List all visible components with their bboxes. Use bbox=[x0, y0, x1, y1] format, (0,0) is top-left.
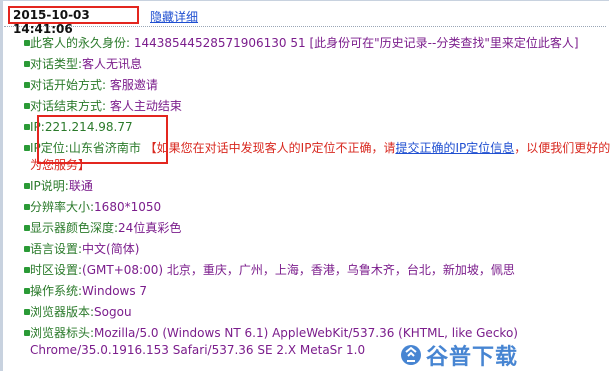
timezone-label: 时区设置: bbox=[30, 263, 83, 277]
list-item-chat-type: 对话类型:客人无讯息 bbox=[10, 56, 612, 77]
list-item-timezone: 时区设置:(GMT+08:00) 北京，重庆，广州，上海，香港，乌鲁木齐，台北，… bbox=[10, 262, 612, 283]
list-item-color-depth: 显示器颜色深度:24位真彩色 bbox=[10, 220, 612, 241]
user-agent-value: Mozilla/5.0 (Windows NT 6.1) AppleWebKit… bbox=[94, 326, 518, 340]
resolution-label: 分辨率大小: bbox=[30, 200, 95, 214]
color-depth-label: 显示器颜色深度: bbox=[30, 221, 119, 235]
hide-details-link[interactable]: 隐藏详细 bbox=[150, 8, 198, 25]
list-item-resolution: 分辨率大小:1680*1050 bbox=[10, 199, 612, 220]
color-depth-value: 24位真彩色 bbox=[118, 221, 182, 235]
bullet-icon bbox=[24, 183, 30, 189]
details-header: 2015-10-03 14:41:06 隐藏详细 bbox=[4, 4, 606, 36]
ip-desc-label: IP说明: bbox=[30, 179, 69, 193]
chat-type-label: 对话类型: bbox=[30, 57, 83, 71]
list-item-chat-start: 对话开始方式: 客服邀请 bbox=[10, 77, 612, 98]
list-item-browser: 浏览器版本:Sogou bbox=[10, 304, 612, 325]
bullet-icon bbox=[24, 288, 30, 294]
bullet-icon bbox=[24, 61, 30, 67]
visit-timestamp: 2015-10-03 14:41:06 bbox=[8, 6, 139, 36]
chat-start-label: 对话开始方式: bbox=[30, 78, 110, 92]
timezone-value: (GMT+08:00) 北京，重庆，广州，上海，香港，乌鲁木齐，台北，新加坡，佩… bbox=[82, 263, 515, 277]
visitor-info-list: 此客人的永久身份: 14438544528571906130 51 [此身份可在… bbox=[10, 35, 612, 363]
list-item-language: 语言设置:中文(简体) bbox=[10, 241, 612, 262]
bullet-icon bbox=[24, 40, 30, 46]
os-label: 操作系统: bbox=[30, 284, 83, 298]
bullet-icon bbox=[24, 246, 30, 252]
ip-desc-value: 联通 bbox=[68, 179, 93, 193]
bullet-icon bbox=[24, 103, 30, 109]
bullet-icon bbox=[24, 330, 30, 336]
resolution-value: 1680*1050 bbox=[94, 200, 162, 214]
watermark: 谷普下载 bbox=[400, 340, 538, 370]
permanent-id-value: 14438544528571906130 51 [此身份可在"历史记录--分类查… bbox=[133, 36, 579, 50]
watermark-text: 谷普下载 bbox=[426, 345, 519, 370]
browser-value: Sogou bbox=[94, 305, 132, 319]
browser-label: 浏览器版本: bbox=[30, 305, 95, 319]
bullet-icon bbox=[24, 225, 30, 231]
ip-location-note: 【如果您在对话中发现客人的IP定位不正确，请 bbox=[144, 141, 396, 155]
submit-ip-location-link[interactable]: 提交正确的IP定位信息 bbox=[395, 141, 514, 155]
user-agent-label: 浏览器标头: bbox=[30, 326, 95, 340]
list-item-permanent-id: 此客人的永久身份: 14438544528571906130 51 [此身份可在… bbox=[10, 35, 612, 56]
language-label: 语言设置: bbox=[30, 242, 83, 256]
list-item-ip-desc: IP说明:联通 bbox=[10, 178, 612, 199]
chat-start-value: 客服邀请 bbox=[109, 78, 158, 92]
bullet-icon bbox=[24, 82, 30, 88]
list-item-os: 操作系统:Windows 7 bbox=[10, 283, 612, 304]
chat-end-value: 客人主动结束 bbox=[109, 99, 182, 113]
chat-end-label: 对话结束方式: bbox=[30, 99, 110, 113]
bullet-icon bbox=[24, 145, 30, 151]
bullet-icon bbox=[24, 309, 30, 315]
bullet-icon bbox=[24, 267, 30, 273]
gupu-logo-icon bbox=[401, 345, 421, 365]
user-agent-value-line2: Chrome/35.0.1916.153 Safari/537.36 SE 2.… bbox=[30, 343, 366, 357]
bullet-icon bbox=[24, 204, 30, 210]
bullet-icon bbox=[24, 124, 30, 130]
language-value: 中文(简体) bbox=[82, 242, 140, 256]
ip-highlight-box bbox=[37, 115, 168, 164]
os-value: Windows 7 bbox=[82, 284, 148, 298]
chat-type-value: 客人无讯息 bbox=[82, 57, 143, 71]
permanent-id-label: 此客人的永久身份: bbox=[30, 36, 134, 50]
